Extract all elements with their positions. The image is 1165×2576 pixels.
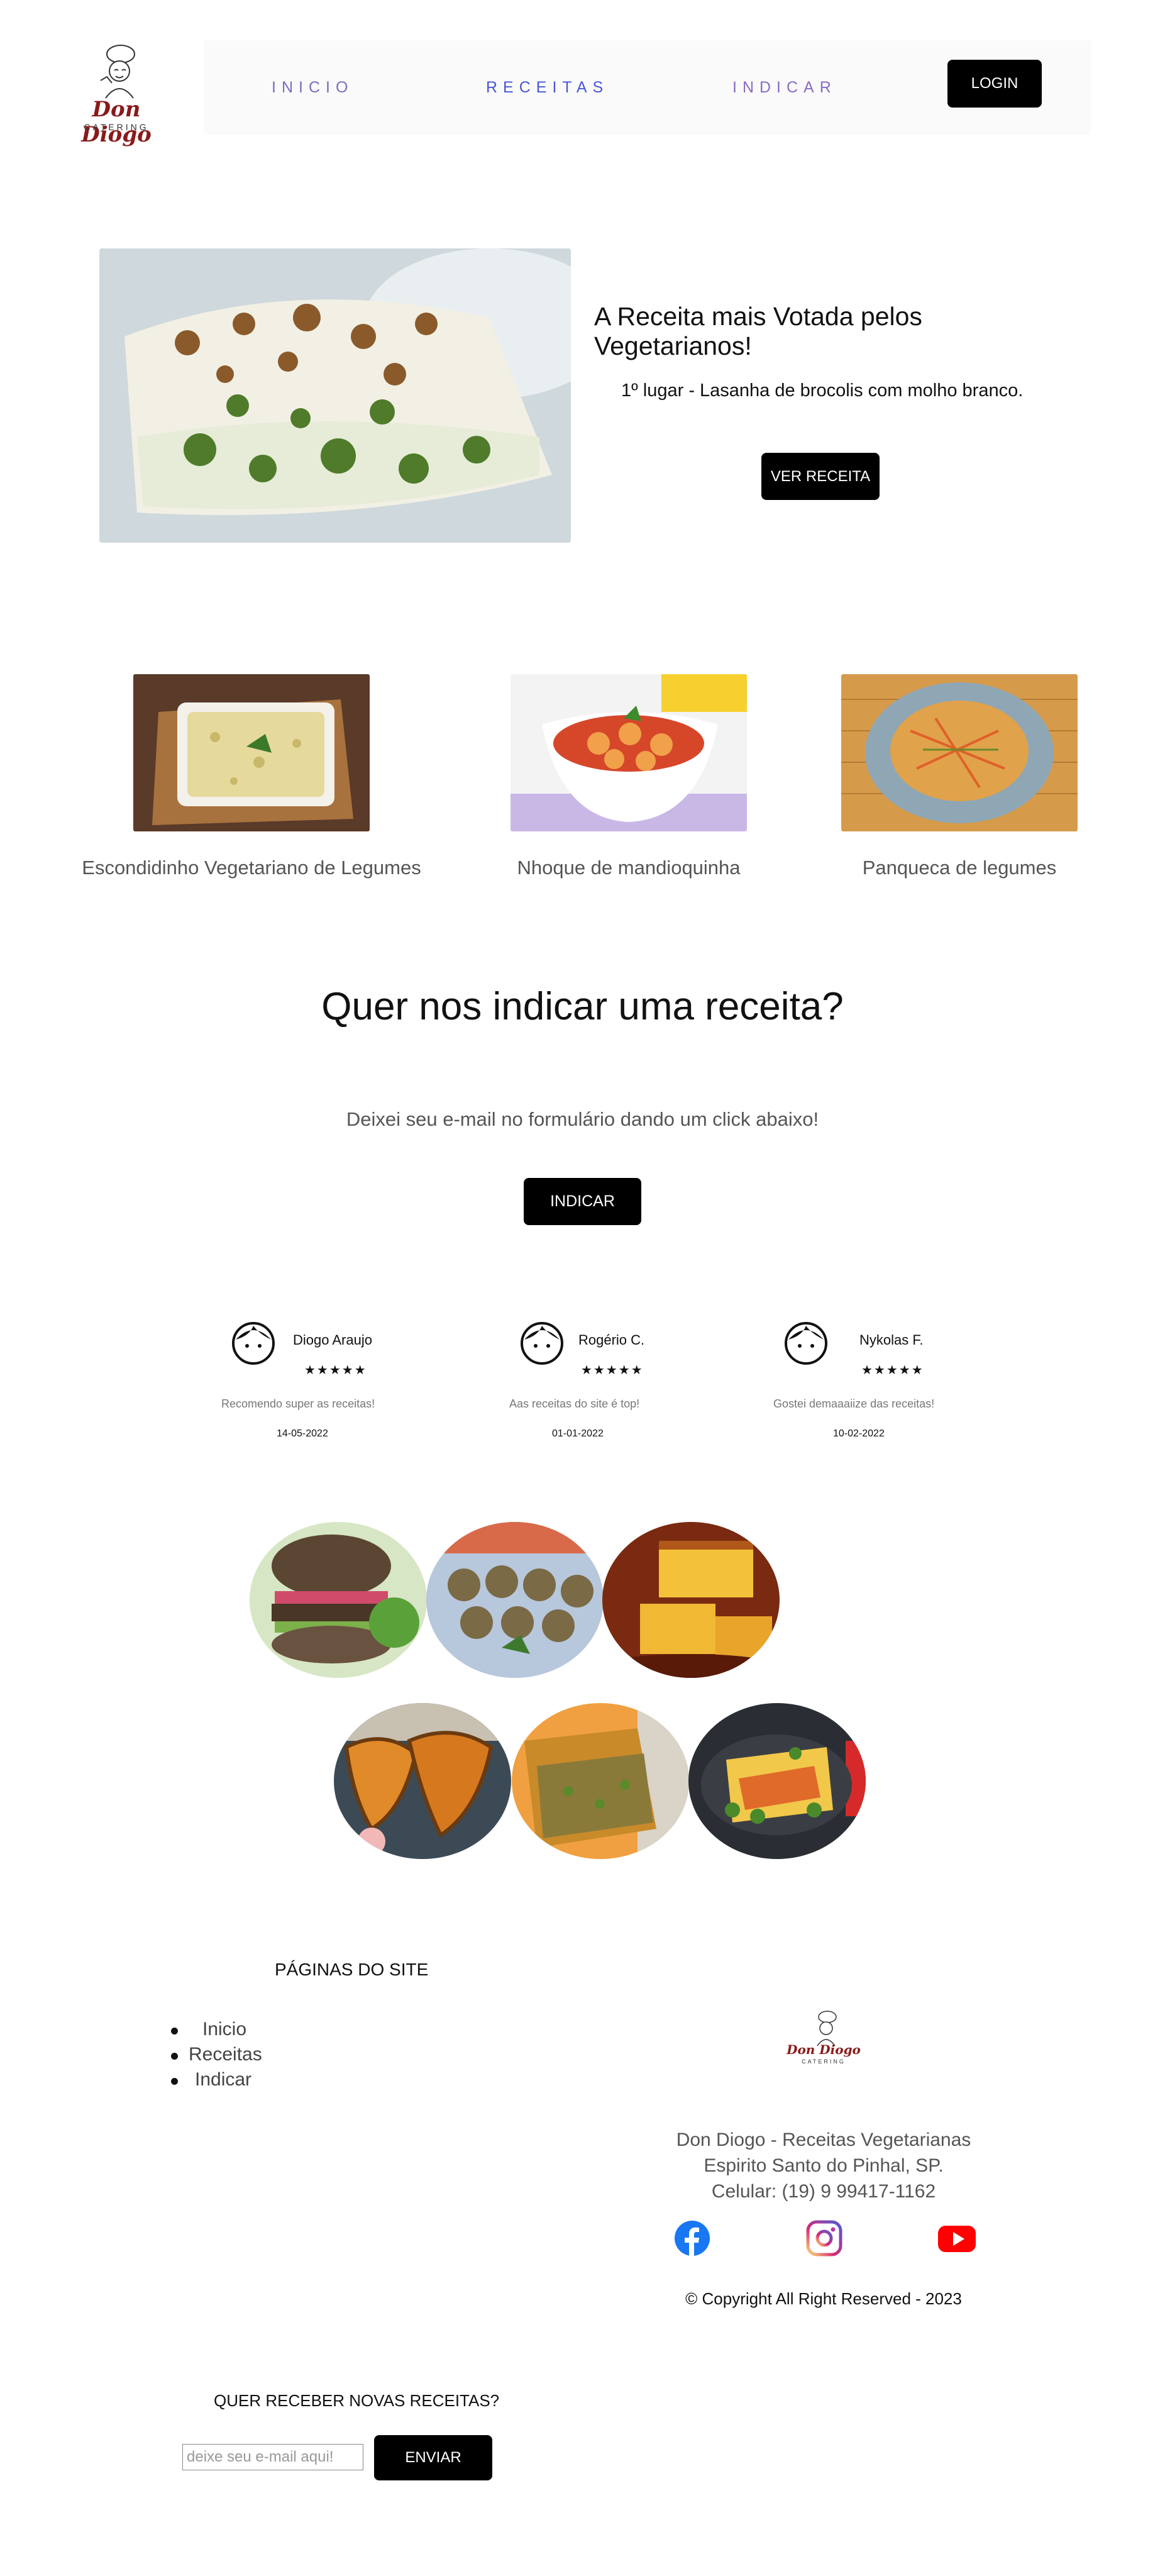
review-stars: ★★★★★	[581, 1363, 644, 1377]
footer-logo-sub: CATERING	[802, 2058, 846, 2065]
recipe-label-escondidinho[interactable]: Escondidinho Vegetariano de Legumes	[63, 857, 440, 879]
indicar-title: Quer nos indicar uma receita?	[321, 985, 844, 1028]
review-date: 01-01-2022	[552, 1428, 604, 1439]
youtube-icon[interactable]	[937, 2220, 976, 2257]
review-date: 14-05-2022	[277, 1428, 328, 1439]
review-stars: ★★★★★	[861, 1363, 924, 1377]
nav-link-indicar[interactable]: INDICAR	[732, 79, 837, 97]
footer-info-address: Espirito Santo do Pinhal, SP.	[704, 2155, 944, 2176]
nav-link-receitas[interactable]: RECEITAS	[486, 79, 609, 97]
newsletter-heading: QUER RECEBER NOVAS RECEITAS?	[214, 2391, 500, 2410]
facebook-icon[interactable]	[674, 2220, 710, 2257]
bullet-icon	[171, 2053, 178, 2060]
gallery-image-torta[interactable]	[512, 1703, 689, 1859]
nav-link-inicio[interactable]: INICIO	[272, 79, 353, 97]
gallery-image-burger[interactable]	[250, 1522, 427, 1678]
email-field[interactable]	[182, 2444, 363, 2470]
indicar-button[interactable]: INDICAR	[524, 1178, 641, 1225]
ver-receita-button[interactable]: VER RECEITA	[761, 453, 880, 500]
enviar-button[interactable]: ENVIAR	[374, 2435, 492, 2480]
instagram-icon[interactable]	[806, 2220, 842, 2257]
gallery-image-abobora[interactable]	[334, 1703, 511, 1859]
footer-logo-name: Don Diogo	[787, 2042, 861, 2057]
footer-heading: PÁGINAS DO SITE	[275, 1960, 429, 1979]
review-stars: ★★★★★	[304, 1363, 367, 1377]
footer-info-name: Don Diogo - Receitas Vegetarianas	[676, 2129, 971, 2150]
recipe-label-panqueca[interactable]: Panqueca de legumes	[771, 857, 1148, 879]
hero-subtitle: 1º lugar - Lasanha de brocolis com molho…	[621, 380, 1024, 401]
chef-logo-icon	[100, 45, 135, 99]
footer-links: Inicio Receitas Indicar	[171, 2019, 262, 2094]
recipe-label-nhoque[interactable]: Nhoque de mandioquinha	[440, 857, 817, 879]
review-date: 10-02-2022	[833, 1428, 885, 1439]
gallery-image-legumes[interactable]	[688, 1703, 866, 1859]
footer-link-indicar[interactable]: Indicar	[171, 2069, 262, 2094]
gallery-image-falafel[interactable]	[426, 1522, 604, 1678]
footer-info: Don Diogo - Receitas Vegetarianas Espiri…	[629, 2127, 1019, 2204]
hero-image-lasanha	[99, 248, 571, 543]
footer-link-inicio[interactable]: Inicio	[171, 2019, 262, 2044]
logo-sub: CATERING	[84, 122, 149, 132]
bullet-icon	[171, 2028, 178, 2035]
gallery-image-pudim[interactable]	[602, 1522, 780, 1678]
recipe-image-escondidinho[interactable]	[133, 674, 370, 831]
footer-logo: Don Diogo CATERING	[786, 2009, 861, 2072]
footer-link-label[interactable]: Receitas	[189, 2044, 262, 2065]
footer-link-label[interactable]: Inicio	[202, 2019, 246, 2040]
brand-logo[interactable]: Don Diogo CATERING	[63, 43, 170, 147]
login-button[interactable]: LOGIN	[947, 60, 1042, 108]
review-name: Rogério C.	[578, 1332, 645, 1348]
review-text: Aas receitas do site é top!	[509, 1397, 640, 1410]
review-text: Gostei demaaaiize das receitas!	[773, 1397, 935, 1410]
copyright: © Copyright All Right Reserved - 2023	[685, 2289, 962, 2308]
chef-logo-icon	[817, 2011, 837, 2046]
user-face-icon	[232, 1322, 275, 1365]
footer-link-label[interactable]: Indicar	[195, 2069, 251, 2090]
recipe-image-panqueca[interactable]	[841, 674, 1078, 831]
indicar-subtitle: Deixei seu e-mail no formulário dando um…	[346, 1108, 819, 1130]
footer-info-phone: Celular: (19) 9 99417-1162	[711, 2181, 936, 2202]
bullet-icon	[171, 2078, 178, 2085]
review-name: Nykolas F.	[859, 1332, 924, 1348]
hero-title: A Receita mais Votada pelos Vegetarianos…	[594, 302, 922, 360]
review-text: Recomendo super as receitas!	[221, 1397, 375, 1410]
review-name: Diogo Araujo	[293, 1332, 372, 1348]
user-face-icon	[785, 1322, 827, 1365]
footer-link-receitas[interactable]: Receitas	[171, 2044, 262, 2069]
recipe-image-nhoque[interactable]	[511, 674, 747, 831]
user-face-icon	[521, 1322, 563, 1365]
